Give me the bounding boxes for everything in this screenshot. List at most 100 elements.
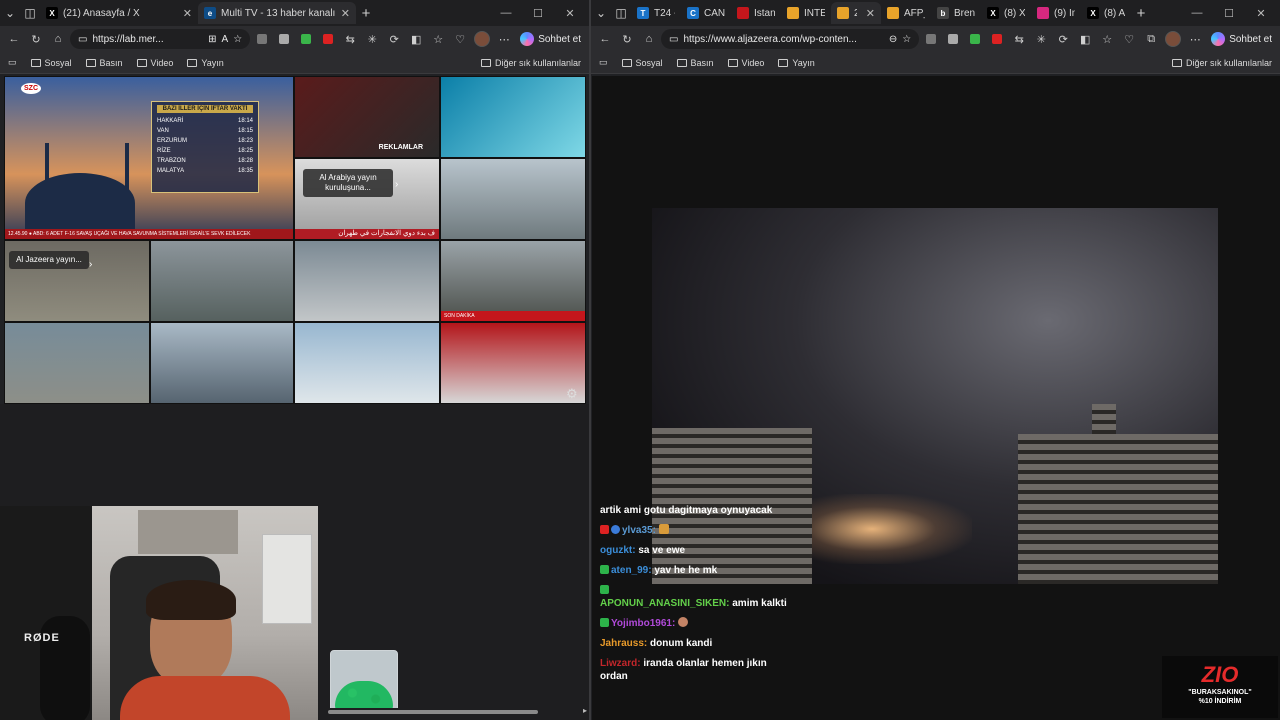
chat-username[interactable]: Jahrauss: xyxy=(600,638,647,649)
split-screen-icon[interactable]: ⊞ xyxy=(208,34,216,45)
workspaces-icon[interactable]: ◫ xyxy=(20,3,40,23)
tab-instagram[interactable]: (9) Inst xyxy=(1031,2,1081,24)
tv-stream-ntv[interactable] xyxy=(440,76,586,158)
horizontal-scrollbar[interactable]: ▸ xyxy=(318,706,589,716)
more-menu-icon[interactable]: ⋯ xyxy=(494,29,514,49)
split-view-icon[interactable]: ◧ xyxy=(1075,29,1095,49)
bookmark-folder-yayin[interactable]: Yayın xyxy=(778,58,815,68)
extension-icon[interactable] xyxy=(274,29,294,49)
page-info-icon[interactable]: ▭ xyxy=(669,34,678,45)
chat-username[interactable]: aten_99: xyxy=(611,565,652,576)
other-favorites[interactable]: Diğer sık kullanılanlar xyxy=(1171,58,1272,68)
tab-brent[interactable]: b Brent P xyxy=(931,2,981,24)
scroll-right-arrow-icon[interactable]: ▸ xyxy=(583,706,587,715)
profile-avatar[interactable] xyxy=(1163,29,1183,49)
chat-username[interactable]: APONUN_ANASINI_SIKEN: xyxy=(600,598,729,609)
tv-stream-city[interactable] xyxy=(440,158,586,240)
extension-icon[interactable] xyxy=(987,29,1007,49)
tv-stream-cemetery[interactable] xyxy=(440,322,586,404)
home-icon[interactable]: ⌂ xyxy=(639,29,659,49)
tv-stream-reporter-2[interactable]: SON DAKİKA xyxy=(440,240,586,322)
scroll-thumb[interactable] xyxy=(328,710,538,714)
maximize-icon[interactable]: ☐ xyxy=(525,7,551,20)
favorites-icon[interactable]: ☆ xyxy=(1097,29,1117,49)
tv-stream-al-arabiya[interactable]: Al Arabiya yayın kuruluşuna... › ف بدء د… xyxy=(294,158,440,240)
extension-icon[interactable]: ✳ xyxy=(362,29,382,49)
minimize-icon[interactable]: — xyxy=(1184,7,1210,19)
heart-icon[interactable]: ♡ xyxy=(1119,29,1139,49)
tab-actions-icon[interactable]: ⌄ xyxy=(591,3,611,23)
translate-icon[interactable]: ⇆ xyxy=(340,29,360,49)
heart-icon[interactable]: ♡ xyxy=(450,29,470,49)
url-field[interactable]: ▭ https://www.aljazeera.com/wp-conten...… xyxy=(661,29,920,49)
page-info-icon[interactable]: ▭ xyxy=(78,34,87,45)
chevron-right-icon[interactable]: › xyxy=(395,179,398,190)
extension-icon[interactable] xyxy=(965,29,985,49)
tab-t24[interactable]: T T24 - G xyxy=(631,2,681,24)
read-aloud-icon[interactable]: A xyxy=(222,34,229,45)
extension-icon[interactable] xyxy=(252,29,272,49)
extension-icon[interactable] xyxy=(318,29,338,49)
favorite-star-icon[interactable]: ☆ xyxy=(233,34,242,45)
reading-list-icon[interactable]: ▭ xyxy=(599,57,608,68)
minimize-icon[interactable]: — xyxy=(493,7,519,19)
chat-username[interactable]: ylva35: xyxy=(622,525,656,536)
url-field[interactable]: ▭ https://lab.mer... ⊞ A ☆ xyxy=(70,29,251,49)
back-arrow-icon[interactable]: ← xyxy=(4,29,24,49)
close-icon[interactable]: ✕ xyxy=(183,7,192,20)
favorites-icon[interactable]: ☆ xyxy=(428,29,448,49)
bookmark-folder-sosyal[interactable]: Sosyal xyxy=(621,58,663,68)
workspaces-icon[interactable]: ◫ xyxy=(611,3,631,23)
tv-stream-multicam[interactable] xyxy=(150,322,294,404)
copilot-chat-button[interactable]: Sohbet et xyxy=(1207,32,1276,46)
al-arabiya-overlay[interactable]: Al Arabiya yayın kuruluşuna... xyxy=(303,169,393,197)
tab-x-home[interactable]: X (21) Anasayfa / X ✕ xyxy=(40,2,198,24)
extensions-puzzle-icon[interactable]: ⟳ xyxy=(384,29,404,49)
tab-x-8[interactable]: X (8) X'te xyxy=(981,2,1031,24)
tv-stream-ad[interactable]: REKLAMLAR xyxy=(294,76,440,158)
tv-stream-sozcu[interactable]: SZC BAZI İLLER İÇİN İFTAR VAKTİ HAKKARİ 1… xyxy=(4,76,294,240)
refresh-icon[interactable]: ↻ xyxy=(26,29,46,49)
home-icon[interactable]: ⌂ xyxy=(48,29,68,49)
tab-cnn[interactable]: C CANLI E xyxy=(681,2,731,24)
close-icon[interactable]: ✕ xyxy=(341,7,350,20)
back-arrow-icon[interactable]: ← xyxy=(595,29,615,49)
collections-icon[interactable]: ⧉ xyxy=(1141,29,1161,49)
close-icon[interactable]: ✕ xyxy=(866,7,875,20)
tv-stream-al-jazeera[interactable]: Al Jazeera yayın... › xyxy=(4,240,150,322)
gear-icon[interactable]: ⚙ xyxy=(566,386,578,402)
tab-x-ana[interactable]: X (8) Ana xyxy=(1081,2,1131,24)
tab-multitv[interactable]: e Multi TV - 13 haber kanalını aynı a ✕ xyxy=(198,2,356,24)
copilot-chat-button[interactable]: Sohbet et xyxy=(516,32,585,46)
chat-username[interactable]: Liwzard: xyxy=(600,658,641,669)
chevron-right-icon[interactable]: › xyxy=(89,259,92,270)
more-menu-icon[interactable]: ⋯ xyxy=(1185,29,1205,49)
extensions-puzzle-icon[interactable]: ⟳ xyxy=(1053,29,1073,49)
bookmark-folder-video[interactable]: Video xyxy=(136,58,173,68)
zoom-icon[interactable]: ⊖ xyxy=(889,34,897,45)
new-tab-button[interactable]: + xyxy=(356,3,376,23)
tab-intera[interactable]: INTERA xyxy=(781,2,831,24)
favorite-star-icon[interactable]: ☆ xyxy=(902,34,911,45)
bookmark-folder-yayin[interactable]: Yayın xyxy=(187,58,224,68)
bookmark-folder-basin[interactable]: Basın xyxy=(85,58,123,68)
maximize-icon[interactable]: ☐ xyxy=(1216,7,1242,20)
extension-icon[interactable] xyxy=(943,29,963,49)
extension-icon[interactable] xyxy=(296,29,316,49)
refresh-icon[interactable]: ↻ xyxy=(617,29,637,49)
chat-username[interactable]: oguzkt: xyxy=(600,545,636,556)
bookmark-folder-sosyal[interactable]: Sosyal xyxy=(30,58,72,68)
bookmark-folder-basin[interactable]: Basın xyxy=(676,58,714,68)
tab-202[interactable]: 202 ✕ xyxy=(831,2,881,24)
tab-istanbul[interactable]: İstanbu xyxy=(731,2,781,24)
close-window-icon[interactable]: ✕ xyxy=(1248,7,1274,20)
tab-actions-icon[interactable]: ⌄ xyxy=(0,3,20,23)
split-view-icon[interactable]: ◧ xyxy=(406,29,426,49)
reading-list-icon[interactable]: ▭ xyxy=(8,57,17,68)
chat-username[interactable]: Yojimbo1961: xyxy=(611,618,675,629)
extension-icon[interactable] xyxy=(921,29,941,49)
profile-avatar[interactable] xyxy=(472,29,492,49)
tv-stream-rubble[interactable] xyxy=(150,240,294,322)
close-window-icon[interactable]: ✕ xyxy=(557,7,583,20)
bookmark-folder-video[interactable]: Video xyxy=(727,58,764,68)
